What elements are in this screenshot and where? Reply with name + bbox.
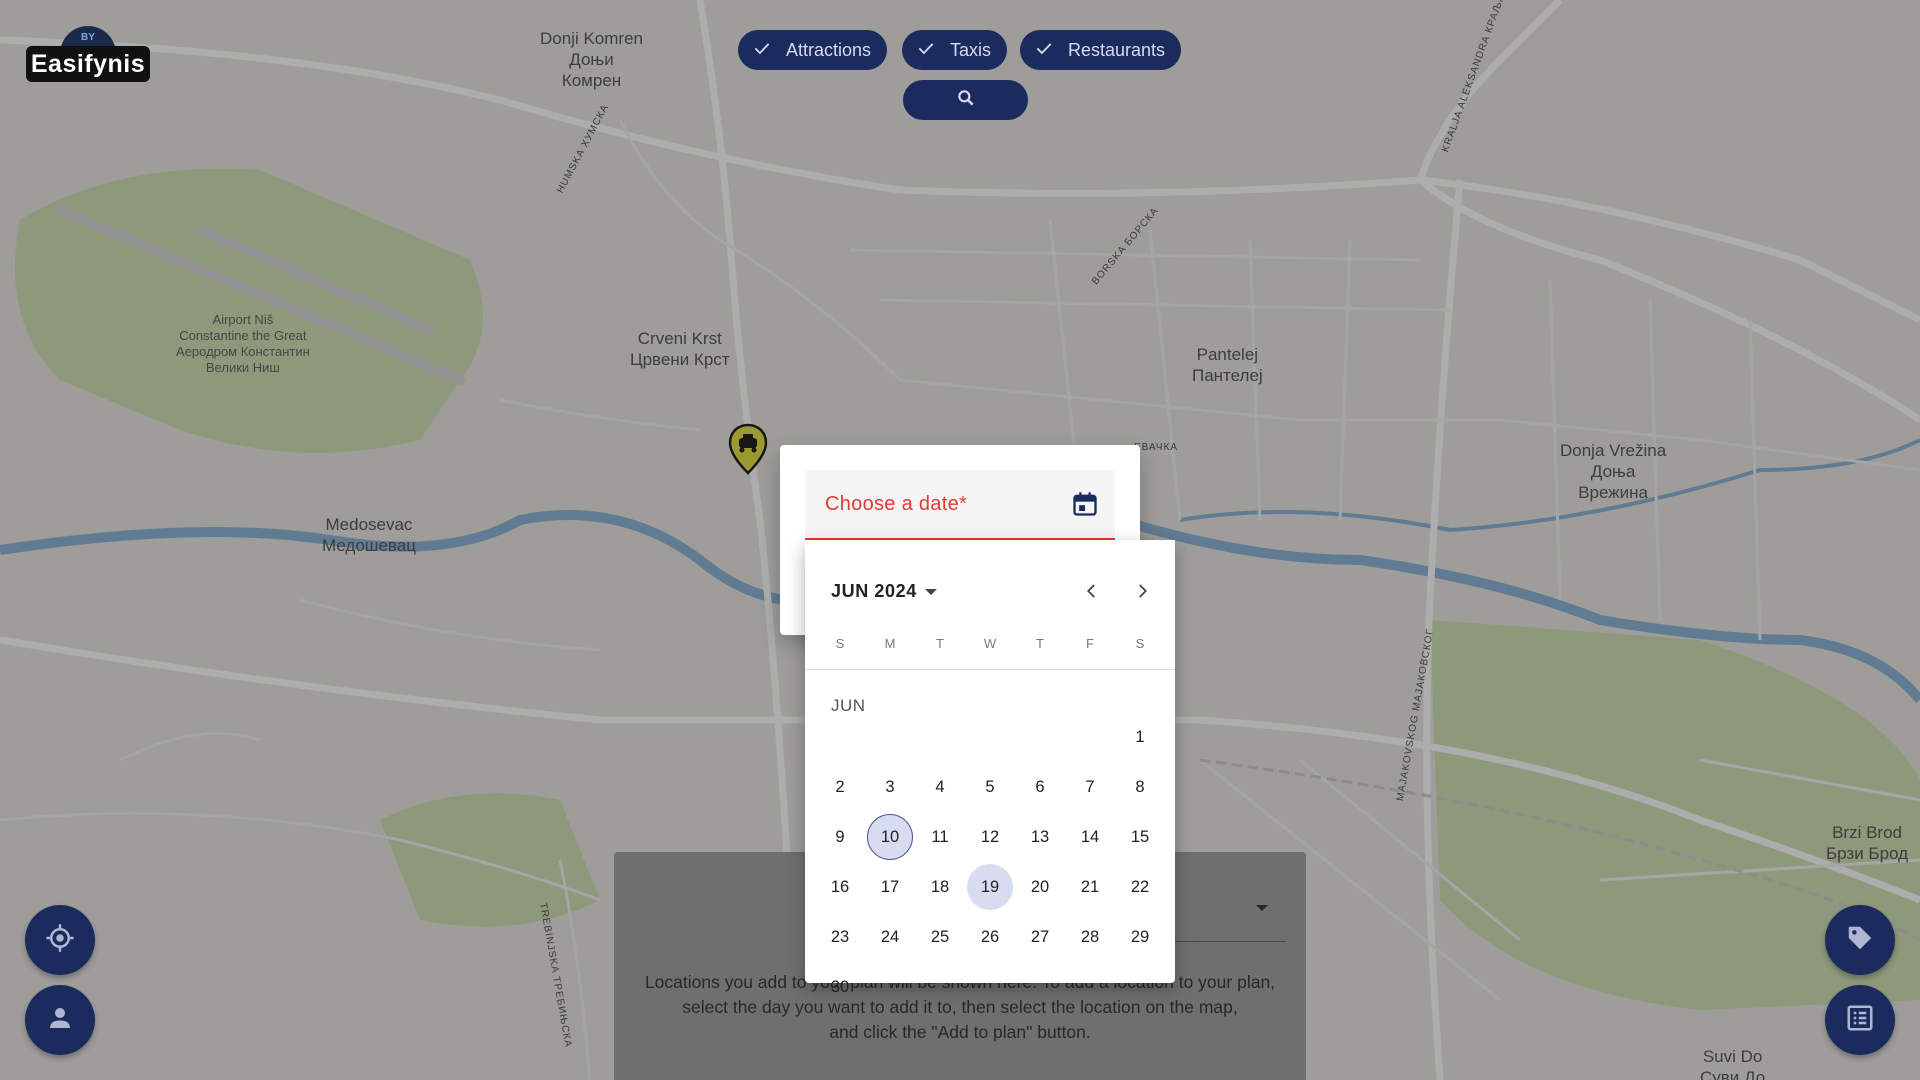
calendar-day[interactable]: 18	[917, 864, 963, 910]
filter-chip-label: Attractions	[786, 39, 872, 60]
chevron-right-icon	[1133, 582, 1151, 605]
caret-down-icon	[924, 588, 937, 595]
calendar-day[interactable]: 21	[1067, 864, 1113, 910]
calendar-day[interactable]: 29	[1117, 914, 1163, 960]
date-field[interactable]: Choose a date*	[805, 470, 1115, 540]
calendar-day[interactable]: 8	[1117, 764, 1163, 810]
check-icon	[916, 38, 936, 63]
calendar-icon[interactable]	[1071, 490, 1099, 518]
logo-text: Easifynis	[26, 46, 150, 82]
check-icon	[1034, 38, 1054, 63]
calendar-day[interactable]: 25	[917, 914, 963, 960]
weekday-label: F	[1086, 636, 1094, 651]
weekday-header: SMTWTFS	[815, 636, 1165, 656]
calendar-day[interactable]: 1	[1117, 714, 1163, 760]
weekday-label: W	[983, 636, 997, 651]
check-icon	[752, 38, 772, 63]
calendar-day-selected[interactable]: 19	[967, 864, 1013, 910]
calendar-day[interactable]: 15	[1117, 814, 1163, 860]
calendar-day[interactable]: 16	[817, 864, 863, 910]
list-icon	[1845, 1003, 1875, 1038]
calendar-day[interactable]: 14	[1067, 814, 1113, 860]
search-icon	[956, 88, 976, 113]
search-button[interactable]	[903, 80, 1028, 120]
weekday-label: M	[884, 636, 896, 651]
calendar-day[interactable]: 20	[1017, 864, 1063, 910]
filter-chip-attractions[interactable]: Attractions	[738, 30, 888, 70]
next-month-button[interactable]	[1125, 576, 1159, 610]
calendar-day[interactable]: 5	[967, 764, 1013, 810]
calendar-day[interactable]: 6	[1017, 764, 1063, 810]
chevron-left-icon	[1083, 582, 1101, 605]
filter-chip-label: Restaurants	[1068, 39, 1166, 60]
calendar-day[interactable]: 30	[817, 964, 863, 1010]
calendar-day[interactable]: 17	[867, 864, 913, 910]
filter-chip-restaurants[interactable]: Restaurants	[1020, 30, 1182, 70]
filter-chip-label: Taxis	[950, 39, 992, 60]
calendar-day[interactable]: 4	[917, 764, 963, 810]
calendar-day[interactable]: 3	[867, 764, 913, 810]
weekday-label: T	[936, 636, 944, 651]
calendar-day[interactable]: 22	[1117, 864, 1163, 910]
tags-button[interactable]	[1825, 905, 1895, 975]
weekday-label: T	[1036, 636, 1044, 651]
locate-me-button[interactable]	[25, 905, 95, 975]
date-field-label: Choose a date*	[825, 493, 968, 515]
calendar-day[interactable]: 23	[817, 914, 863, 960]
calendar-day[interactable]: 13	[1017, 814, 1063, 860]
calendar-day[interactable]: 28	[1067, 914, 1113, 960]
calendar-day[interactable]: 7	[1067, 764, 1113, 810]
previous-month-button[interactable]	[1075, 576, 1109, 610]
calendar-day[interactable]: 2	[817, 764, 863, 810]
weekday-label: S	[835, 636, 845, 651]
person-icon	[45, 1003, 75, 1038]
calendar-day-today[interactable]: 10	[867, 814, 913, 860]
calendar-day[interactable]: 11	[917, 814, 963, 860]
calendar-divider	[805, 669, 1175, 670]
month-label: JUN	[831, 696, 866, 715]
tag-icon	[1845, 923, 1875, 958]
period-label: JUN 2024	[831, 581, 917, 601]
calendar-day[interactable]: 26	[967, 914, 1013, 960]
calendar-popup: JUN 2024 SMTWTFS JUN 1 2 3 4 5 6 7 8 9 10 11 12 13 14…	[805, 540, 1175, 996]
plan-list-button[interactable]	[1825, 985, 1895, 1055]
profile-button[interactable]	[25, 985, 95, 1055]
calendar-day[interactable]: 27	[1017, 914, 1063, 960]
logo[interactable]: BY Easifynis	[26, 26, 150, 82]
weekday-label: S	[1135, 636, 1145, 651]
calendar-day[interactable]: 9	[817, 814, 863, 860]
calendar-day[interactable]: 24	[867, 914, 913, 960]
crosshair-icon	[45, 923, 75, 958]
period-picker-button[interactable]: JUN 2024	[831, 581, 937, 602]
filter-chip-taxis[interactable]: Taxis	[902, 30, 1008, 70]
calendar-day[interactable]: 12	[967, 814, 1013, 860]
